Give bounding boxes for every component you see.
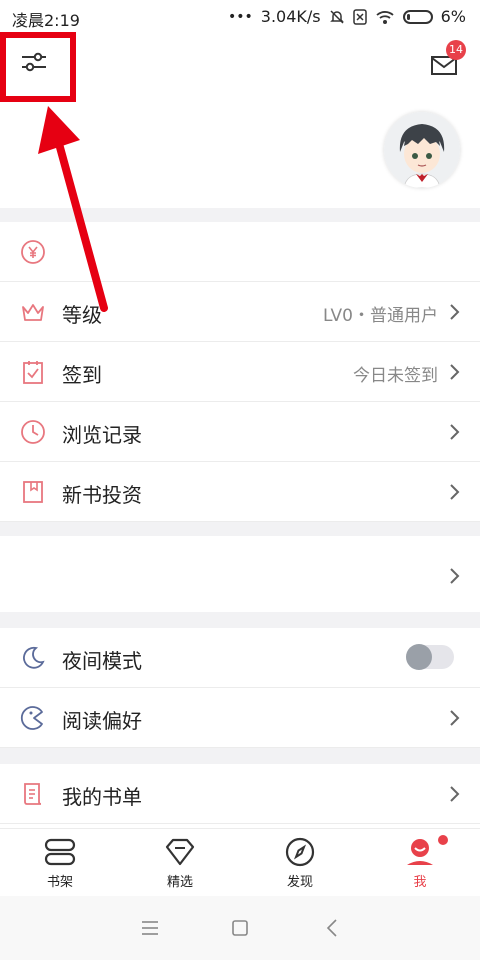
battery-icon	[402, 9, 433, 24]
status-bar: 凌晨2:19 ••• 3.04K/s 6%	[0, 0, 480, 34]
section-divider	[0, 208, 480, 222]
checkin-row[interactable]: 签到 今日未签到	[0, 342, 480, 402]
notification-dot	[438, 835, 448, 845]
invest-row[interactable]: 新书投资	[0, 462, 480, 522]
profile-icon	[407, 839, 433, 865]
chevron-right-icon	[450, 710, 460, 726]
booklist-row[interactable]: 我的书单	[0, 764, 480, 824]
system-nav-bar	[0, 896, 480, 960]
section-divider	[0, 748, 480, 764]
moon-icon	[23, 646, 45, 669]
tab-bookshelf[interactable]: 书架	[0, 837, 120, 890]
checkin-value: 今日未签到	[353, 366, 438, 386]
calendar-check-icon	[23, 361, 43, 384]
checkin-label: 签到	[62, 363, 102, 387]
mail-badge: 14	[446, 40, 466, 60]
tab-featured[interactable]: 精选	[120, 837, 240, 890]
battery-level: 6%	[440, 7, 466, 26]
status-time: 凌晨2:19	[12, 11, 80, 30]
chevron-right-icon	[450, 304, 460, 320]
history-label: 浏览记录	[62, 423, 142, 447]
booklist-icon	[24, 783, 42, 805]
chevron-right-icon	[450, 424, 460, 440]
bookmark-icon	[23, 481, 43, 503]
level-label: 等级	[62, 303, 102, 327]
level-value: LV0・普通用户	[322, 306, 438, 326]
reading-pref-row[interactable]: 阅读偏好	[0, 688, 480, 748]
home-icon[interactable]	[230, 918, 250, 938]
booklist-label: 我的书单	[62, 785, 142, 809]
tab-label: 精选	[166, 875, 193, 890]
tab-label: 发现	[286, 875, 313, 890]
diamond-icon	[165, 838, 195, 866]
yuan-icon	[21, 240, 45, 264]
wallet-row[interactable]	[0, 222, 480, 282]
level-row[interactable]: 等级 LV0・普通用户	[0, 282, 480, 342]
reading-pref-label: 阅读偏好	[62, 709, 142, 733]
section-divider	[0, 522, 480, 536]
night-mode-label: 夜间模式	[62, 649, 142, 673]
tab-me[interactable]: 我	[360, 835, 480, 890]
menu-icon[interactable]	[140, 920, 160, 936]
wifi-icon	[376, 10, 394, 24]
avatar-image	[384, 112, 460, 188]
bookshelf-icon	[44, 838, 76, 866]
mute-icon	[329, 9, 344, 24]
network-speed: 3.04K/s	[260, 7, 321, 26]
empty-row[interactable]	[0, 536, 480, 612]
status-indicators: ••• 3.04K/s 6%	[228, 7, 466, 26]
tab-discover[interactable]: 发现	[240, 837, 360, 890]
clock-icon	[21, 420, 45, 444]
crown-icon	[22, 304, 44, 321]
chevron-right-icon	[450, 484, 460, 500]
chevron-right-icon	[450, 364, 460, 380]
avatar[interactable]	[384, 112, 460, 188]
invest-label: 新书投资	[62, 483, 142, 507]
toggle-knob	[406, 644, 432, 670]
annotation-highlight-box	[0, 32, 76, 102]
pacman-icon	[20, 706, 43, 730]
back-icon[interactable]	[324, 918, 340, 938]
bottom-tab-bar: 书架 精选 发现 我	[0, 828, 480, 896]
history-row[interactable]: 浏览记录	[0, 402, 480, 462]
section-divider	[0, 612, 480, 628]
sim-off-icon	[352, 8, 367, 25]
tab-label: 书架	[46, 875, 73, 890]
tab-label: 我	[413, 875, 427, 890]
chevron-right-icon	[450, 568, 460, 584]
compass-icon	[285, 837, 315, 867]
chevron-right-icon	[450, 786, 460, 802]
night-mode-toggle[interactable]	[406, 644, 454, 670]
more-dots-icon: •••	[227, 8, 253, 25]
